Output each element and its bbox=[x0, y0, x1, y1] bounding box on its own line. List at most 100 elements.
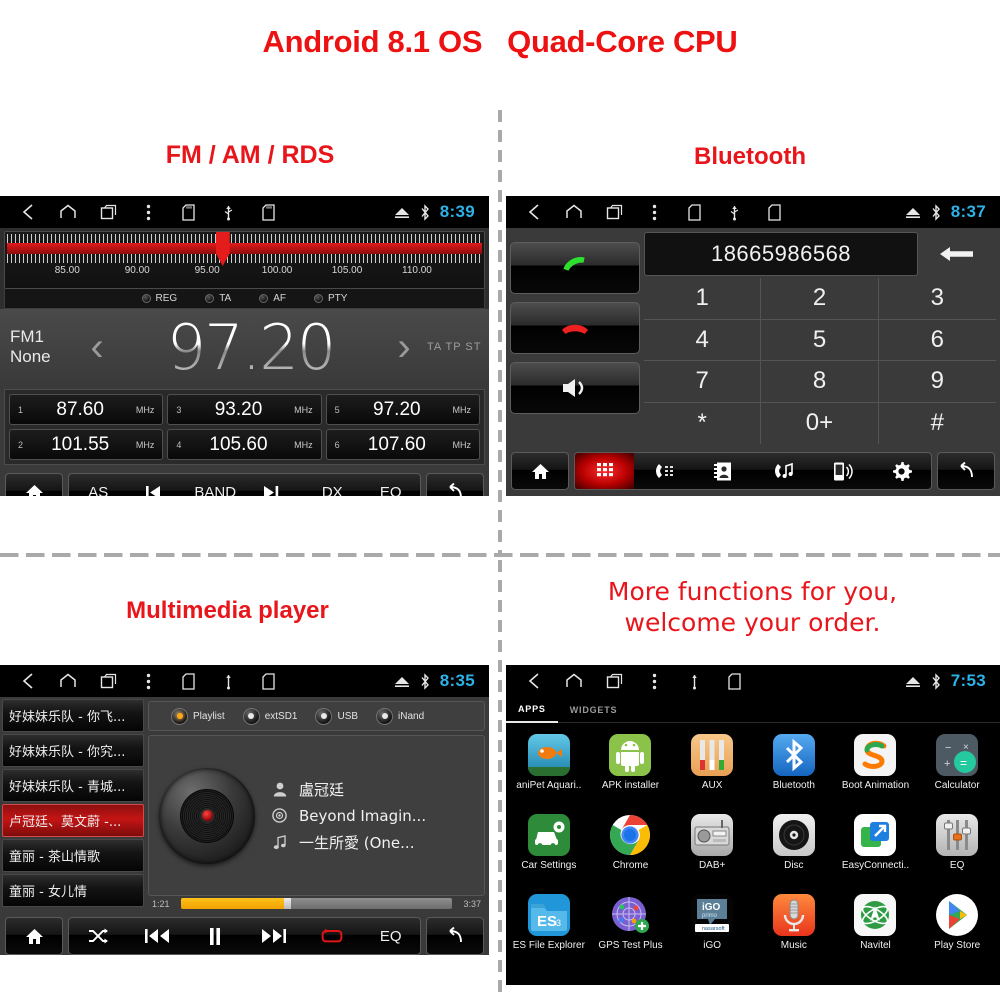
home-icon[interactable] bbox=[5, 917, 63, 955]
previous-icon[interactable] bbox=[128, 918, 187, 954]
repeat-icon[interactable] bbox=[303, 918, 362, 954]
as-button[interactable]: AS bbox=[69, 474, 128, 497]
app-playstore[interactable]: Play Store bbox=[916, 889, 998, 969]
dial-key-star[interactable]: * bbox=[644, 402, 762, 444]
tab-widgets[interactable]: WIDGETS bbox=[558, 697, 630, 723]
preset-button[interactable]: 6 107.60 MHz bbox=[325, 429, 480, 460]
playlist-item[interactable]: 童丽 - 茶山情歌 bbox=[2, 839, 144, 872]
app-eq[interactable]: EQ bbox=[916, 809, 998, 889]
preset-button[interactable]: 2 101.55 MHz bbox=[9, 429, 164, 460]
playlist-item[interactable]: 好妹妹乐队 - 青城... bbox=[2, 769, 144, 802]
dial-key-hash[interactable]: # bbox=[879, 403, 996, 445]
dial-key-6[interactable]: 6 bbox=[878, 320, 996, 361]
app-bluetooth[interactable]: Bluetooth bbox=[753, 729, 835, 809]
dial-key-4[interactable]: 4 bbox=[644, 319, 762, 361]
rds-toggle-af[interactable]: AF bbox=[259, 293, 286, 304]
tab-apps[interactable]: APPS bbox=[506, 697, 558, 723]
recents-icon[interactable] bbox=[88, 197, 128, 227]
rds-toggle-reg[interactable]: REG bbox=[141, 293, 177, 304]
app-carsettings[interactable]: Car Settings bbox=[508, 809, 590, 889]
source-option-usb[interactable]: USB bbox=[315, 707, 358, 725]
recents-icon[interactable] bbox=[594, 666, 634, 696]
dial-key-7[interactable]: 7 bbox=[644, 361, 762, 403]
app-apkinstaller[interactable]: APK installer bbox=[590, 729, 672, 809]
app-easyconnecti[interactable]: EasyConnecti.. bbox=[835, 809, 917, 889]
overflow-icon[interactable] bbox=[128, 666, 168, 696]
app-igo[interactable]: iGO primo nasarsoft iGO bbox=[671, 889, 753, 969]
back-icon[interactable] bbox=[514, 666, 554, 696]
back-icon[interactable] bbox=[514, 197, 554, 227]
dx-button[interactable]: DX bbox=[303, 474, 362, 497]
home-icon[interactable] bbox=[48, 666, 88, 696]
call-music-icon[interactable] bbox=[753, 453, 812, 489]
band-button[interactable]: BAND bbox=[186, 474, 245, 497]
playlist-item[interactable]: 好妹妹乐队 - 你飞... bbox=[2, 699, 144, 732]
playlist-item[interactable]: 卢冠廷、莫文蔚 -... bbox=[2, 804, 144, 837]
app-chrome[interactable]: Chrome bbox=[590, 809, 672, 889]
overflow-icon[interactable] bbox=[634, 197, 674, 227]
preset-button[interactable]: 1 87.60 MHz bbox=[9, 394, 164, 425]
phone-sync-icon[interactable] bbox=[812, 453, 871, 489]
home-icon[interactable] bbox=[5, 473, 63, 496]
app-calculator[interactable]: − × + = Calculator bbox=[916, 729, 998, 809]
return-icon[interactable] bbox=[426, 473, 484, 496]
next-icon[interactable] bbox=[245, 918, 304, 954]
next-track-icon[interactable] bbox=[245, 474, 304, 496]
recents-icon[interactable] bbox=[88, 666, 128, 696]
playlist-item[interactable]: 好妹妹乐队 - 你究... bbox=[2, 734, 144, 767]
eq-button[interactable]: EQ bbox=[362, 474, 421, 497]
preset-button[interactable]: 5 97.20 MHz bbox=[325, 394, 480, 425]
seek-handle[interactable] bbox=[283, 898, 291, 909]
source-option-extsd1[interactable]: extSD1 bbox=[242, 707, 297, 725]
app-aux[interactable]: AUX bbox=[671, 729, 753, 809]
call-log-icon[interactable] bbox=[634, 453, 693, 489]
dial-key-0plus[interactable]: 0+ bbox=[761, 402, 879, 444]
backspace-arrow-icon[interactable] bbox=[918, 232, 996, 276]
phone-number-field[interactable]: 18665986568 bbox=[644, 232, 918, 276]
dial-key-8[interactable]: 8 bbox=[761, 361, 879, 403]
home-icon[interactable] bbox=[554, 197, 594, 227]
call-end-icon[interactable] bbox=[510, 302, 640, 354]
seek-bar[interactable] bbox=[181, 898, 452, 909]
dial-key-2[interactable]: 2 bbox=[761, 278, 879, 320]
eq-button[interactable]: EQ bbox=[362, 918, 421, 954]
recents-icon[interactable] bbox=[594, 197, 634, 227]
source-option-inand[interactable]: iNand bbox=[376, 707, 424, 725]
app-anipetaquari[interactable]: aniPet Aquari.. bbox=[508, 729, 590, 809]
gear-icon[interactable] bbox=[872, 453, 931, 489]
app-navitel[interactable]: Navitel bbox=[835, 889, 917, 969]
back-icon[interactable] bbox=[8, 197, 48, 227]
prev-track-icon[interactable] bbox=[128, 474, 187, 496]
preset-button[interactable]: 3 93.20 MHz bbox=[167, 394, 322, 425]
tuner-scale[interactable]: 85.00 90.00 95.00 100.00 105.00 110.00 bbox=[4, 231, 485, 289]
source-option-playlist[interactable]: Playlist bbox=[171, 707, 225, 725]
dial-key-9[interactable]: 9 bbox=[878, 361, 996, 403]
overflow-icon[interactable] bbox=[634, 666, 674, 696]
app-esfileexplorer[interactable]: ES 3 ES File Explorer bbox=[508, 889, 590, 969]
home-icon[interactable] bbox=[511, 452, 569, 490]
return-icon[interactable] bbox=[937, 452, 995, 490]
rds-toggle-pty[interactable]: PTY bbox=[314, 293, 347, 304]
call-answer-icon[interactable] bbox=[510, 242, 640, 294]
return-icon[interactable] bbox=[426, 917, 484, 955]
preset-button[interactable]: 4 105.60 MHz bbox=[167, 429, 322, 460]
mute-volume-icon[interactable] bbox=[510, 362, 640, 414]
overflow-icon[interactable] bbox=[128, 197, 168, 227]
home-icon[interactable] bbox=[48, 197, 88, 227]
chevron-right-icon[interactable]: › bbox=[381, 325, 427, 370]
shuffle-icon[interactable] bbox=[69, 918, 128, 954]
app-gpstestplus[interactable]: GPS Test Plus bbox=[590, 889, 672, 969]
dial-key-3[interactable]: 3 bbox=[878, 278, 996, 320]
app-disc[interactable]: Disc bbox=[753, 809, 835, 889]
rds-toggle-ta[interactable]: TA bbox=[205, 293, 231, 304]
app-bootanimation[interactable]: Boot Animation bbox=[835, 729, 917, 809]
dial-key-5[interactable]: 5 bbox=[761, 319, 879, 361]
home-icon[interactable] bbox=[554, 666, 594, 696]
playlist-item[interactable]: 童丽 - 女儿情 bbox=[2, 874, 144, 907]
dialpad-icon[interactable] bbox=[575, 453, 635, 489]
dial-key-1[interactable]: 1 bbox=[644, 278, 762, 320]
contacts-book-icon[interactable] bbox=[694, 453, 753, 489]
app-music[interactable]: Music bbox=[753, 889, 835, 969]
chevron-left-icon[interactable]: ‹ bbox=[74, 325, 120, 370]
app-dab[interactable]: DAB+ bbox=[671, 809, 753, 889]
